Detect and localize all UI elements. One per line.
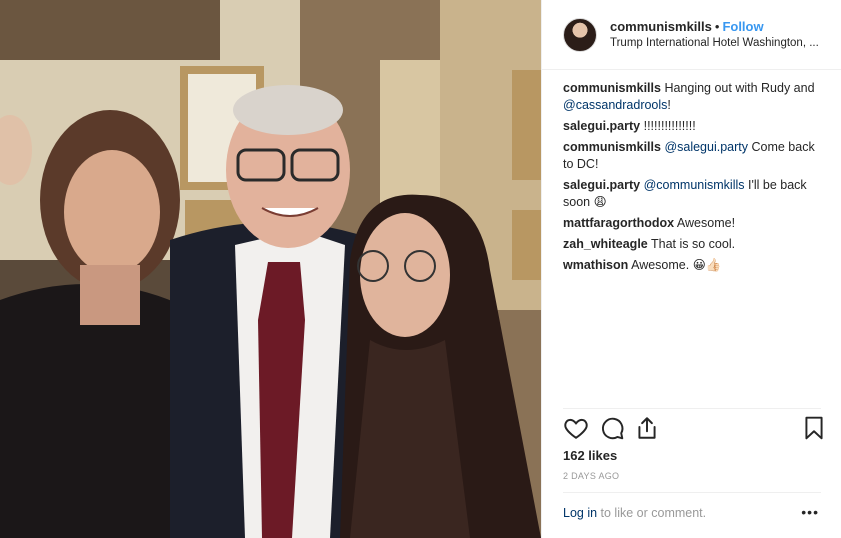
comment-username[interactable]: salegui.party bbox=[563, 119, 640, 133]
heart-icon[interactable] bbox=[563, 415, 589, 441]
comment-text: Awesome. 😀👍🏻 bbox=[631, 258, 722, 272]
location-link[interactable]: Trump International Hotel Washington, ..… bbox=[610, 35, 825, 52]
post-timestamp[interactable]: 2 DAYS AGO bbox=[563, 471, 619, 481]
comment-username[interactable]: zah_whiteagle bbox=[563, 237, 648, 251]
comment-item: zah_whiteagle That is so cool. bbox=[563, 236, 825, 253]
actions-divider bbox=[563, 408, 821, 409]
username-link[interactable]: communismkills bbox=[610, 19, 712, 34]
comment-text: Awesome! bbox=[676, 216, 736, 230]
comment-text: That is so cool. bbox=[651, 237, 736, 251]
comment-item: wmathison Awesome. 😀👍🏻 bbox=[563, 257, 825, 274]
follow-button[interactable]: Follow bbox=[722, 19, 763, 34]
comment-item: communismkills @salegui.party Come back … bbox=[563, 139, 825, 173]
header-text: communismkills • Follow Trump Internationa… bbox=[610, 18, 825, 52]
comment-username[interactable]: communismkills bbox=[563, 81, 661, 95]
more-options-button[interactable]: ••• bbox=[801, 504, 819, 520]
comment-item: salegui.party @communismkills I'll be ba… bbox=[563, 177, 825, 211]
comment-username[interactable]: salegui.party bbox=[563, 178, 640, 192]
comment-username[interactable]: wmathison bbox=[563, 258, 628, 272]
likes-count[interactable]: 162 likes bbox=[563, 448, 617, 463]
comment-text: Hanging out with Rudy and bbox=[664, 81, 815, 95]
comment-mention[interactable]: @cassandradrools bbox=[563, 98, 667, 112]
login-link[interactable]: Log in bbox=[563, 506, 597, 520]
photo-illustration bbox=[0, 0, 541, 538]
instagram-post: communismkills • Follow Trump Internationa… bbox=[0, 0, 841, 538]
post-sidebar: communismkills • Follow Trump Internationa… bbox=[541, 0, 841, 538]
comment-username[interactable]: communismkills bbox=[563, 140, 661, 154]
comment-mention[interactable]: @salegui.party bbox=[664, 140, 748, 154]
separator-dot: • bbox=[714, 18, 720, 34]
share-icon[interactable] bbox=[634, 415, 660, 441]
comment-icon[interactable] bbox=[599, 415, 625, 441]
comment-item: salegui.party !!!!!!!!!!!!!!! bbox=[563, 118, 825, 135]
header-line: communismkills • Follow bbox=[610, 18, 825, 35]
comment-item: mattfaragorthodox Awesome! bbox=[563, 215, 825, 232]
post-header: communismkills • Follow Trump Internationa… bbox=[542, 0, 841, 70]
comment-item: communismkills Hanging out with Rudy and… bbox=[563, 80, 825, 114]
footer-divider bbox=[563, 492, 821, 493]
comments-list: communismkills Hanging out with Rudy and… bbox=[563, 80, 825, 278]
action-bar bbox=[563, 415, 833, 443]
comment-text-end: ! bbox=[667, 98, 671, 112]
comment-text: !!!!!!!!!!!!!!! bbox=[643, 119, 696, 133]
login-prompt: Log in to like or comment. bbox=[563, 506, 841, 520]
avatar[interactable] bbox=[563, 17, 597, 52]
login-prompt-text: to like or comment. bbox=[597, 506, 707, 520]
comment-username[interactable]: mattfaragorthodox bbox=[563, 216, 674, 230]
comment-mention[interactable]: @communismkills bbox=[644, 178, 745, 192]
post-photo[interactable] bbox=[0, 0, 541, 538]
bookmark-icon[interactable] bbox=[801, 415, 827, 441]
